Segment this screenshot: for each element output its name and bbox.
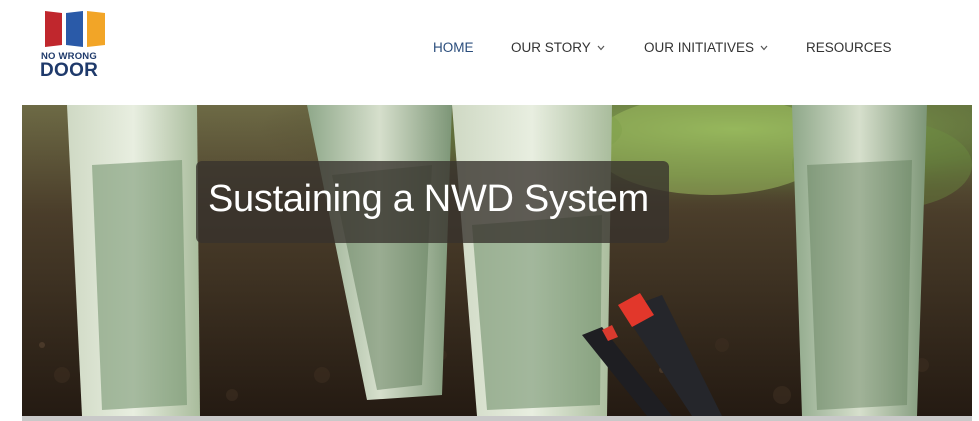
chevron-down-icon [597, 43, 605, 53]
hero-title: Sustaining a NWD System [208, 178, 649, 220]
hero-banner-image [22, 105, 972, 416]
logo-door-icon [43, 9, 107, 47]
nav-our-initiatives[interactable]: OUR INITIATIVES [644, 40, 768, 55]
nav-home[interactable]: HOME [433, 40, 474, 55]
site-header: NO WRONG DOOR HOME OUR STORY OUR INITIAT… [0, 0, 979, 100]
hero-illustration [22, 105, 972, 416]
nav-our-initiatives-label: OUR INITIATIVES [644, 40, 755, 55]
nav-home-label: HOME [433, 40, 474, 55]
nav-our-story[interactable]: OUR STORY [511, 40, 605, 55]
nav-resources-label: RESOURCES [806, 40, 892, 55]
nav-resources[interactable]: RESOURCES [806, 40, 892, 55]
nav-our-story-label: OUR STORY [511, 40, 591, 55]
no-wrong-door-logo[interactable]: NO WRONG DOOR [40, 9, 112, 81]
logo-text-line2: DOOR [40, 60, 99, 81]
chevron-down-icon [760, 43, 768, 53]
section-divider [22, 416, 972, 421]
